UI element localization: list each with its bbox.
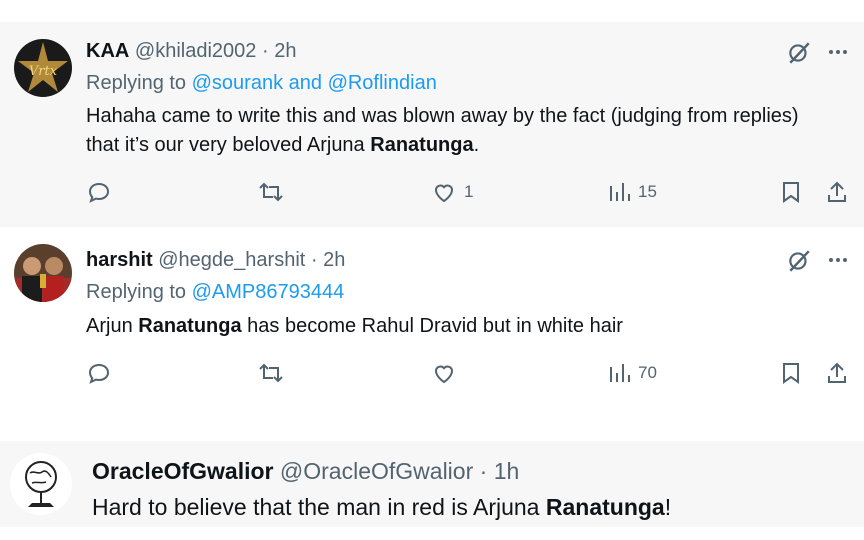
- svg-text:Vrtx: Vrtx: [29, 64, 58, 79]
- author-handle[interactable]: @khiladi2002: [135, 40, 257, 62]
- separator-dot: ·: [479, 458, 488, 484]
- reply-target-link[interactable]: @AMP86793444: [192, 281, 345, 303]
- like-count: 1: [464, 182, 474, 201]
- tweet-text-end: has become Rahul Dravid but in white hai…: [247, 315, 623, 337]
- views-icon: [610, 364, 630, 382]
- reply-target-links[interactable]: @sourank and @Roflindian: [192, 72, 437, 94]
- views-icon: [610, 183, 630, 201]
- replying-to: Replying to @sourank and @Roflindian: [86, 72, 437, 95]
- tweet-text-end: !: [664, 494, 672, 520]
- replying-to: Replying to @AMP86793444: [86, 281, 344, 304]
- grok-icon[interactable]: [786, 40, 812, 71]
- author-handle[interactable]: @hegde_harshit: [158, 249, 305, 271]
- separator-dot: ·: [261, 40, 269, 62]
- bookmark-icon: [783, 363, 799, 384]
- share-button[interactable]: [825, 180, 849, 204]
- tweet-text-bold: Ranatunga: [545, 494, 665, 520]
- share-icon: [828, 181, 846, 202]
- tweet-text: Hard to believe that the man in red is A…: [92, 493, 852, 522]
- tweet-text: Hahaha came to write this and was blown …: [86, 102, 826, 160]
- reply-button[interactable]: [87, 180, 111, 204]
- like-button[interactable]: [432, 361, 464, 385]
- author-name[interactable]: KAA: [86, 40, 129, 62]
- more-icon[interactable]: [826, 40, 850, 69]
- tweet-text: Arjun Ranatunga has become Rahul Dravid …: [86, 312, 826, 341]
- heart-icon: [434, 184, 454, 203]
- author-name[interactable]: OracleOfGwalior: [92, 458, 274, 484]
- views-button[interactable]: 70: [608, 361, 657, 385]
- retweet-icon: [259, 363, 283, 383]
- heart-icon: [434, 365, 454, 384]
- tweet-text-bold: Ranatunga: [370, 134, 474, 156]
- tweet-oracle[interactable]: OracleOfGwalior @OracleOfGwalior · 1h Ha…: [0, 441, 864, 527]
- tweet-text-part: Arjun: [86, 315, 133, 337]
- reply-button[interactable]: [87, 361, 111, 385]
- grok-icon[interactable]: [786, 248, 812, 279]
- bookmark-button[interactable]: [780, 361, 802, 385]
- views-button[interactable]: 15: [608, 180, 657, 204]
- share-button[interactable]: [825, 361, 849, 385]
- share-icon: [828, 362, 846, 383]
- author-handle[interactable]: @OracleOfGwalior: [280, 458, 473, 484]
- retweet-button[interactable]: [258, 361, 284, 385]
- tweet-text-end: .: [473, 134, 480, 156]
- avatar[interactable]: Vrtx: [14, 39, 72, 97]
- timestamp[interactable]: 2h: [323, 249, 345, 271]
- avatar[interactable]: [14, 244, 72, 302]
- tweet-harshit[interactable]: harshit @hegde_harshit · 2h Replying to …: [0, 229, 864, 419]
- reply-icon: [88, 182, 110, 203]
- retweet-icon: [259, 182, 283, 202]
- bookmark-icon: [783, 182, 799, 203]
- like-button[interactable]: 1: [432, 180, 473, 204]
- author-name[interactable]: harshit: [86, 249, 153, 271]
- bookmark-button[interactable]: [780, 180, 802, 204]
- view-count: 70: [638, 363, 657, 382]
- tweet-khiladi[interactable]: Vrtx KAA @khiladi2002 · 2h Replying to @…: [0, 22, 864, 227]
- more-icon[interactable]: [826, 248, 850, 277]
- timestamp[interactable]: 2h: [274, 40, 296, 62]
- reply-icon: [88, 363, 110, 384]
- view-count: 15: [638, 182, 657, 201]
- tweet-text-bold: Ranatunga: [138, 315, 242, 337]
- retweet-button[interactable]: [258, 180, 284, 204]
- separator-dot: ·: [310, 249, 318, 271]
- replying-to-label: Replying to: [86, 72, 187, 94]
- replying-to-label: Replying to: [86, 281, 187, 303]
- timestamp[interactable]: 1h: [494, 458, 520, 484]
- tweet-text-part: Hard to believe that the man in red is A…: [92, 494, 540, 520]
- avatar[interactable]: [10, 453, 72, 515]
